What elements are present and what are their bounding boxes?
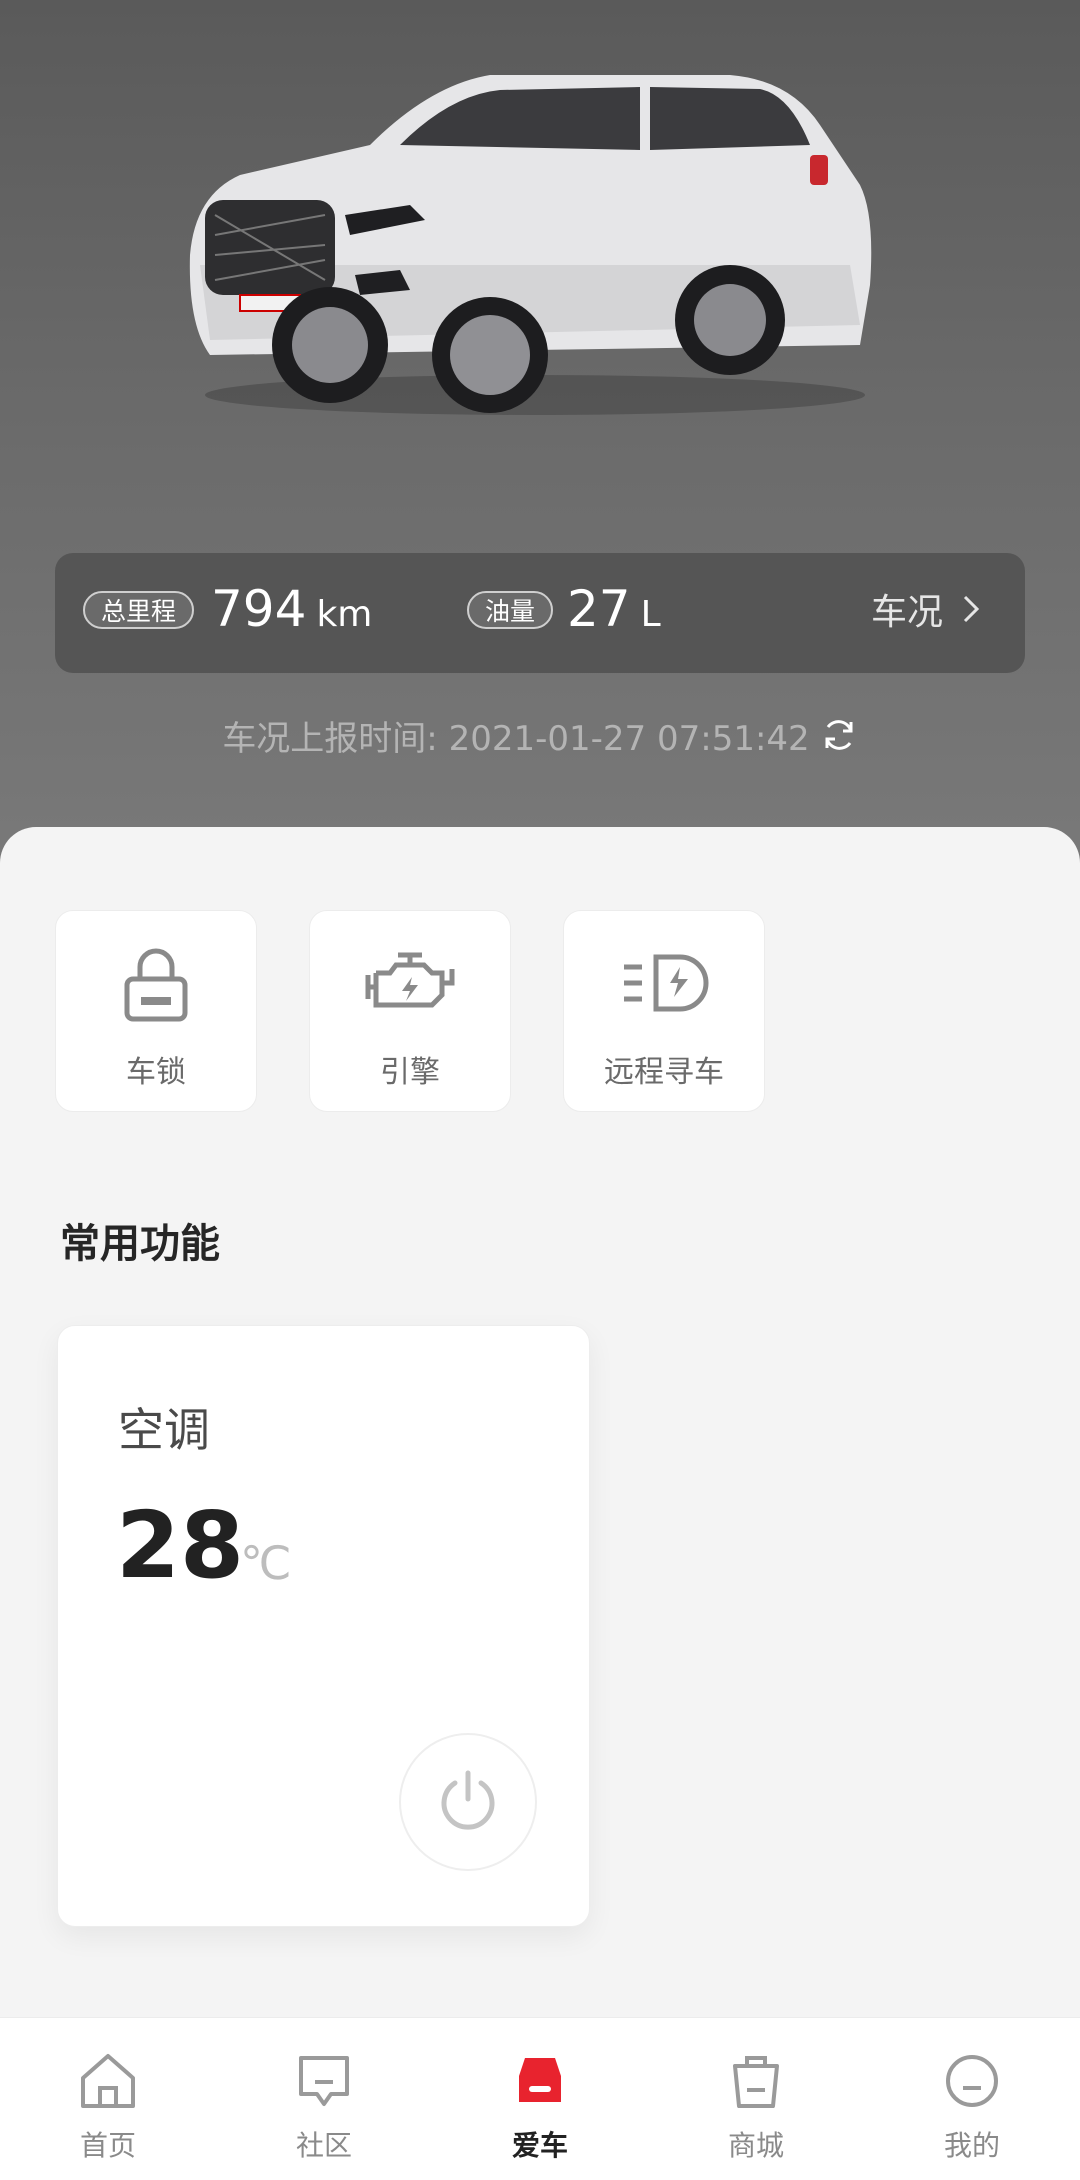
quick-action-label: 引擎: [380, 1055, 440, 1090]
car-icon: [432, 2050, 648, 2114]
ac-temperature: 28: [116, 1492, 245, 1599]
quick-action-find-car[interactable]: 远程寻车: [563, 910, 765, 1112]
quick-action-lock[interactable]: 车锁: [55, 910, 257, 1112]
tab-label: 首页: [79, 2129, 136, 2162]
quick-action-label: 远程寻车: [604, 1055, 724, 1090]
quick-action-engine[interactable]: 引擎: [309, 910, 511, 1112]
section-title: 常用功能: [60, 1221, 220, 1267]
tab-label: 我的: [943, 2129, 1000, 2162]
vehicle-status-label: 车况: [870, 592, 943, 633]
mileage-label: 总里程: [83, 591, 195, 629]
chevron-right-icon: [961, 590, 981, 638]
fuel-label: 油量: [467, 591, 554, 629]
mileage-number: 794: [211, 580, 307, 638]
car-image: [170, 55, 900, 425]
fuel-unit: L: [640, 594, 661, 635]
tab-label: 爱车: [511, 2129, 568, 2162]
bottom-tab-bar: 首页 社区 爱车 商城 我的: [0, 2017, 1080, 2180]
refresh-icon[interactable]: [820, 716, 858, 765]
report-time: 车况上报时间: 2021-01-27 07:51:42: [0, 716, 1080, 765]
vehicle-stats-bar: 总里程 794 km 油量 27 L 车况: [55, 553, 1025, 673]
home-icon: [0, 2050, 216, 2114]
tab-community[interactable]: 社区: [216, 2018, 432, 2180]
profile-icon: [864, 2050, 1080, 2114]
vehicle-status-link[interactable]: 车况: [871, 589, 981, 638]
ac-title: 空调: [118, 1403, 210, 1457]
ac-card[interactable]: 空调 28 ℃: [57, 1325, 590, 1927]
tab-label: 商城: [727, 2129, 784, 2162]
tab-shop[interactable]: 商城: [648, 2018, 864, 2180]
lock-icon: [56, 945, 256, 1023]
tab-my-car[interactable]: 爱车: [432, 2018, 648, 2180]
fuel-number: 27: [567, 580, 631, 638]
content-panel: 车锁 引擎 远程寻车 常用功能 空调 28 ℃: [0, 827, 1080, 2017]
tab-label: 社区: [295, 2129, 352, 2162]
engine-icon: [310, 945, 510, 1023]
fuel-value: 27 L: [567, 581, 661, 643]
tab-home[interactable]: 首页: [0, 2018, 216, 2180]
mileage-value: 794 km: [211, 581, 372, 643]
headlight-icon: [564, 945, 764, 1023]
quick-action-label: 车锁: [126, 1055, 186, 1090]
report-time-text: 车况上报时间: 2021-01-27 07:51:42: [222, 719, 810, 759]
mileage-unit: km: [316, 594, 373, 635]
community-icon: [216, 2050, 432, 2114]
shop-icon: [648, 2050, 864, 2114]
ac-temperature-unit: ℃: [240, 1536, 292, 1590]
power-icon: [433, 1765, 503, 1839]
tab-profile[interactable]: 我的: [864, 2018, 1080, 2180]
ac-power-button[interactable]: [399, 1733, 537, 1871]
vehicle-hero: 总里程 794 km 油量 27 L 车况 车况上报时间: 2021-01-27 0…: [0, 0, 1080, 900]
